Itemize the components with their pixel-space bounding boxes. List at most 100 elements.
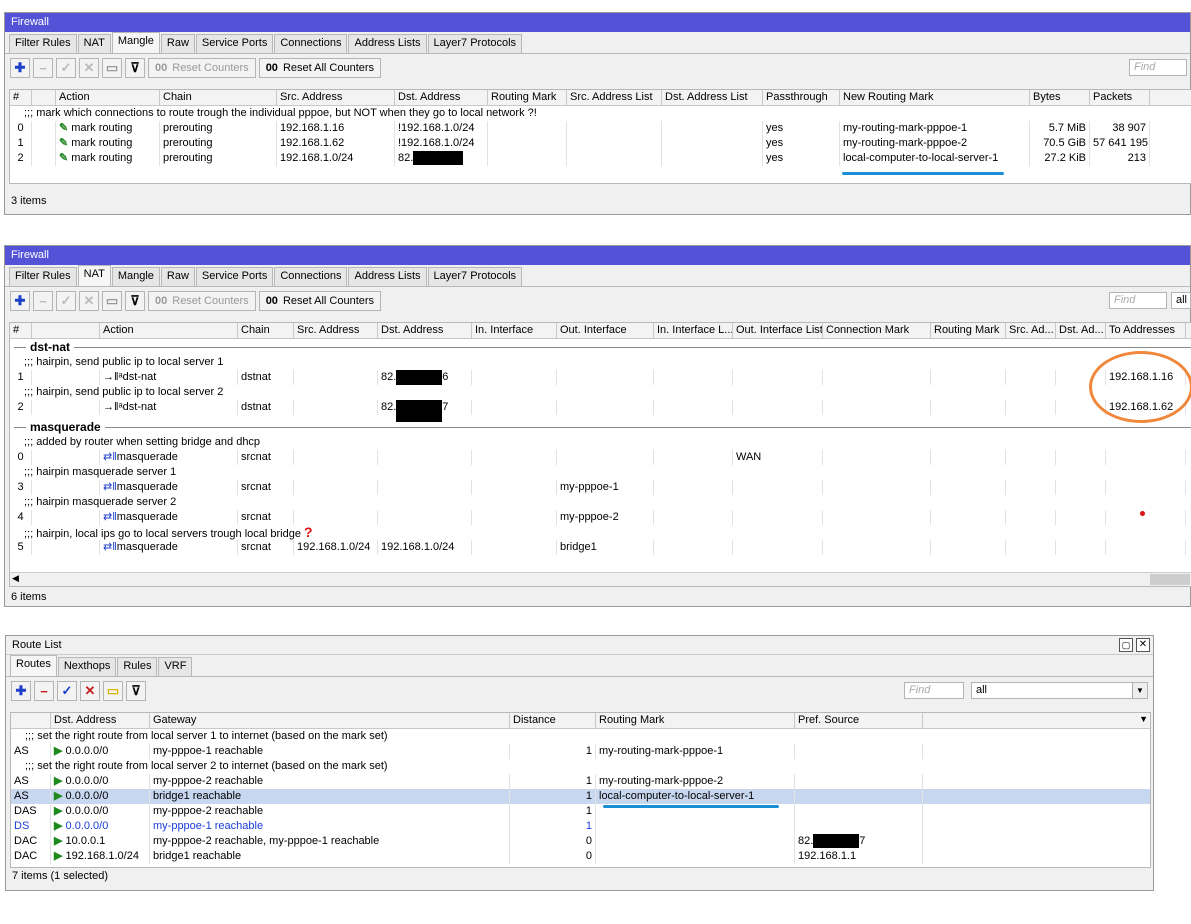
col-new-routing-mark[interactable]: New Routing Mark (840, 90, 1030, 105)
table-row[interactable]: DS ▶ 0.0.0.0/0 my-pppoe-1 reachable 1 (11, 819, 1150, 834)
tab-address-lists[interactable]: Address Lists (348, 267, 427, 286)
tab-raw[interactable]: Raw (160, 267, 195, 286)
chevron-down-icon[interactable]: ▼ (1132, 683, 1147, 698)
col-flags[interactable] (32, 90, 56, 105)
col-packets[interactable]: Packets (1090, 90, 1150, 105)
table-row[interactable]: AS ▶ 0.0.0.0/0 my-pppoe-2 reachable 1 my… (11, 774, 1150, 789)
col-dst-address[interactable]: Dst. Address (51, 713, 150, 728)
col-to-addresses[interactable]: To Addresses (1106, 323, 1186, 338)
comment-button[interactable]: ▭ (103, 681, 123, 701)
tab-vrf[interactable]: VRF (158, 657, 193, 676)
col-routing-mark[interactable]: Routing Mark (931, 323, 1006, 338)
add-button[interactable]: ✚ (10, 58, 30, 78)
comment-button[interactable]: ▭ (102, 291, 122, 311)
col-flags[interactable] (32, 323, 100, 338)
reset-all-counters-button[interactable]: 00 Reset All Counters (258, 58, 382, 78)
filter-icon[interactable]: ⊽ (125, 58, 145, 78)
col-chain[interactable]: Chain (238, 323, 294, 338)
tab-mangle[interactable]: Mangle (111, 267, 160, 286)
filter-select[interactable]: all ▼ (971, 682, 1148, 699)
col-src-address[interactable]: Src. Address (277, 90, 395, 105)
col-src-address[interactable]: Src. Address (294, 323, 378, 338)
col-dst-address[interactable]: Dst. Address (395, 90, 488, 105)
tab-service-ports[interactable]: Service Ports (195, 267, 274, 286)
table-row[interactable]: 5 ⇄‖masquerade srcnat 192.168.1.0/24 192… (10, 540, 1191, 555)
table-row[interactable]: 0 ⇄‖masquerade srcnat WAN (10, 450, 1191, 465)
enable-button[interactable]: ✓ (57, 681, 77, 701)
col-dst-address-list[interactable]: Dst. Ad... (1056, 323, 1106, 338)
col-action[interactable]: Action (56, 90, 160, 105)
col-flags[interactable] (11, 713, 51, 728)
reset-counters-button[interactable]: 00 Reset Counters (148, 291, 256, 311)
col-out-interface[interactable]: Out. Interface (557, 323, 654, 338)
table-row[interactable]: 1 ✎ mark routing prerouting 192.168.1.62 … (10, 136, 1191, 151)
close-icon[interactable]: ✕ (1136, 638, 1150, 652)
col-out-interface-list[interactable]: Out. Interface List (733, 323, 823, 338)
col-dst-address[interactable]: Dst. Address (378, 323, 472, 338)
table-row[interactable]: AS ▶ 0.0.0.0/0 my-pppoe-1 reachable 1 my… (11, 744, 1150, 759)
add-button[interactable]: ✚ (11, 681, 31, 701)
tab-connections[interactable]: Connections (274, 34, 348, 53)
table-row[interactable]: 0 ✎ mark routing prerouting 192.168.1.16 … (10, 121, 1191, 136)
filter-icon[interactable]: ⊽ (126, 681, 146, 701)
col-chain[interactable]: Chain (160, 90, 277, 105)
col-passthrough[interactable]: Passthrough (763, 90, 840, 105)
col-in-interface-list[interactable]: In. Interface L... (654, 323, 733, 338)
remove-button[interactable]: − (33, 58, 53, 78)
enable-button[interactable]: ✓ (56, 291, 76, 311)
comment-button[interactable]: ▭ (102, 58, 122, 78)
col-in-interface[interactable]: In. Interface (472, 323, 557, 338)
maximize-icon[interactable]: ▢ (1119, 638, 1133, 652)
tab-filter-rules[interactable]: Filter Rules (9, 267, 77, 286)
tab-rules[interactable]: Rules (117, 657, 158, 676)
remove-button[interactable]: − (33, 291, 53, 311)
table-row-selected[interactable]: AS ▶ 0.0.0.0/0 bridge1 reachable 1 local… (11, 789, 1150, 804)
tab-nexthops[interactable]: Nexthops (57, 657, 117, 676)
tab-layer7-protocols[interactable]: Layer7 Protocols (427, 267, 523, 286)
col-bytes[interactable]: Bytes (1030, 90, 1090, 105)
find-input[interactable]: Find (1129, 59, 1187, 76)
table-row[interactable]: 2 ✎ mark routing prerouting 192.168.1.0/2… (10, 151, 1191, 166)
col-routing-mark[interactable]: Routing Mark (488, 90, 567, 105)
col-distance[interactable]: Distance (510, 713, 596, 728)
reset-counters-button[interactable]: 00 Reset Counters (148, 58, 256, 78)
col-dst-address-list[interactable]: Dst. Address List (662, 90, 763, 105)
filter-select[interactable]: all (1171, 292, 1191, 309)
tab-connections[interactable]: Connections (274, 267, 348, 286)
tab-nat[interactable]: NAT (77, 265, 111, 286)
col-num[interactable]: # (10, 90, 32, 105)
disable-button[interactable]: ✕ (79, 291, 99, 311)
scroll-left-icon[interactable]: ◀ (12, 573, 19, 584)
col-gateway[interactable]: Gateway (150, 713, 510, 728)
tab-filter-rules[interactable]: Filter Rules (9, 34, 77, 53)
table-row[interactable]: 3 ⇄‖masquerade srcnat my-pppoe-1 (10, 480, 1191, 495)
disable-button[interactable]: ✕ (80, 681, 100, 701)
table-row[interactable]: DAS ▶ 0.0.0.0/0 my-pppoe-2 reachable 1 (11, 804, 1150, 819)
reset-all-counters-button[interactable]: 00 Reset All Counters (258, 291, 382, 311)
col-menu[interactable]: ▼ (923, 713, 1150, 728)
chevron-down-icon[interactable]: ▼ (1139, 714, 1148, 724)
col-connection-mark[interactable]: Connection Mark (823, 323, 931, 338)
table-row[interactable]: DAC ▶ 192.168.1.0/24 bridge1 reachable 0… (11, 849, 1150, 864)
table-row[interactable]: 1 →‖ᵃdst-nat dstnat 82. 6 192.168.1.16 (10, 370, 1191, 385)
find-input[interactable]: Find (904, 682, 964, 699)
scroll-thumb[interactable] (1150, 574, 1190, 585)
add-button[interactable]: ✚ (10, 291, 30, 311)
horizontal-scrollbar[interactable]: ◀ (10, 572, 1191, 586)
remove-button[interactable]: − (34, 681, 54, 701)
disable-button[interactable]: ✕ (79, 58, 99, 78)
find-input[interactable]: Find (1109, 292, 1167, 309)
tab-mangle[interactable]: Mangle (111, 32, 160, 53)
tab-routes[interactable]: Routes (10, 655, 57, 676)
table-row[interactable]: DAC ▶ 10.0.0.1 my-pppoe-2 reachable, my-… (11, 834, 1150, 849)
col-routing-mark[interactable]: Routing Mark (596, 713, 795, 728)
col-pref-source[interactable]: Pref. Source (795, 713, 923, 728)
table-row[interactable]: 2 →‖ᵃdst-nat dstnat 82. 7 192.168.1.62 (10, 400, 1191, 422)
tab-layer7-protocols[interactable]: Layer7 Protocols (427, 34, 523, 53)
col-src-address-list[interactable]: Src. Ad... (1006, 323, 1056, 338)
tab-address-lists[interactable]: Address Lists (348, 34, 427, 53)
tab-raw[interactable]: Raw (160, 34, 195, 53)
enable-button[interactable]: ✓ (56, 58, 76, 78)
col-num[interactable]: # (10, 323, 32, 338)
table-row[interactable]: 4 ⇄‖masquerade srcnat my-pppoe-2 (10, 510, 1191, 525)
